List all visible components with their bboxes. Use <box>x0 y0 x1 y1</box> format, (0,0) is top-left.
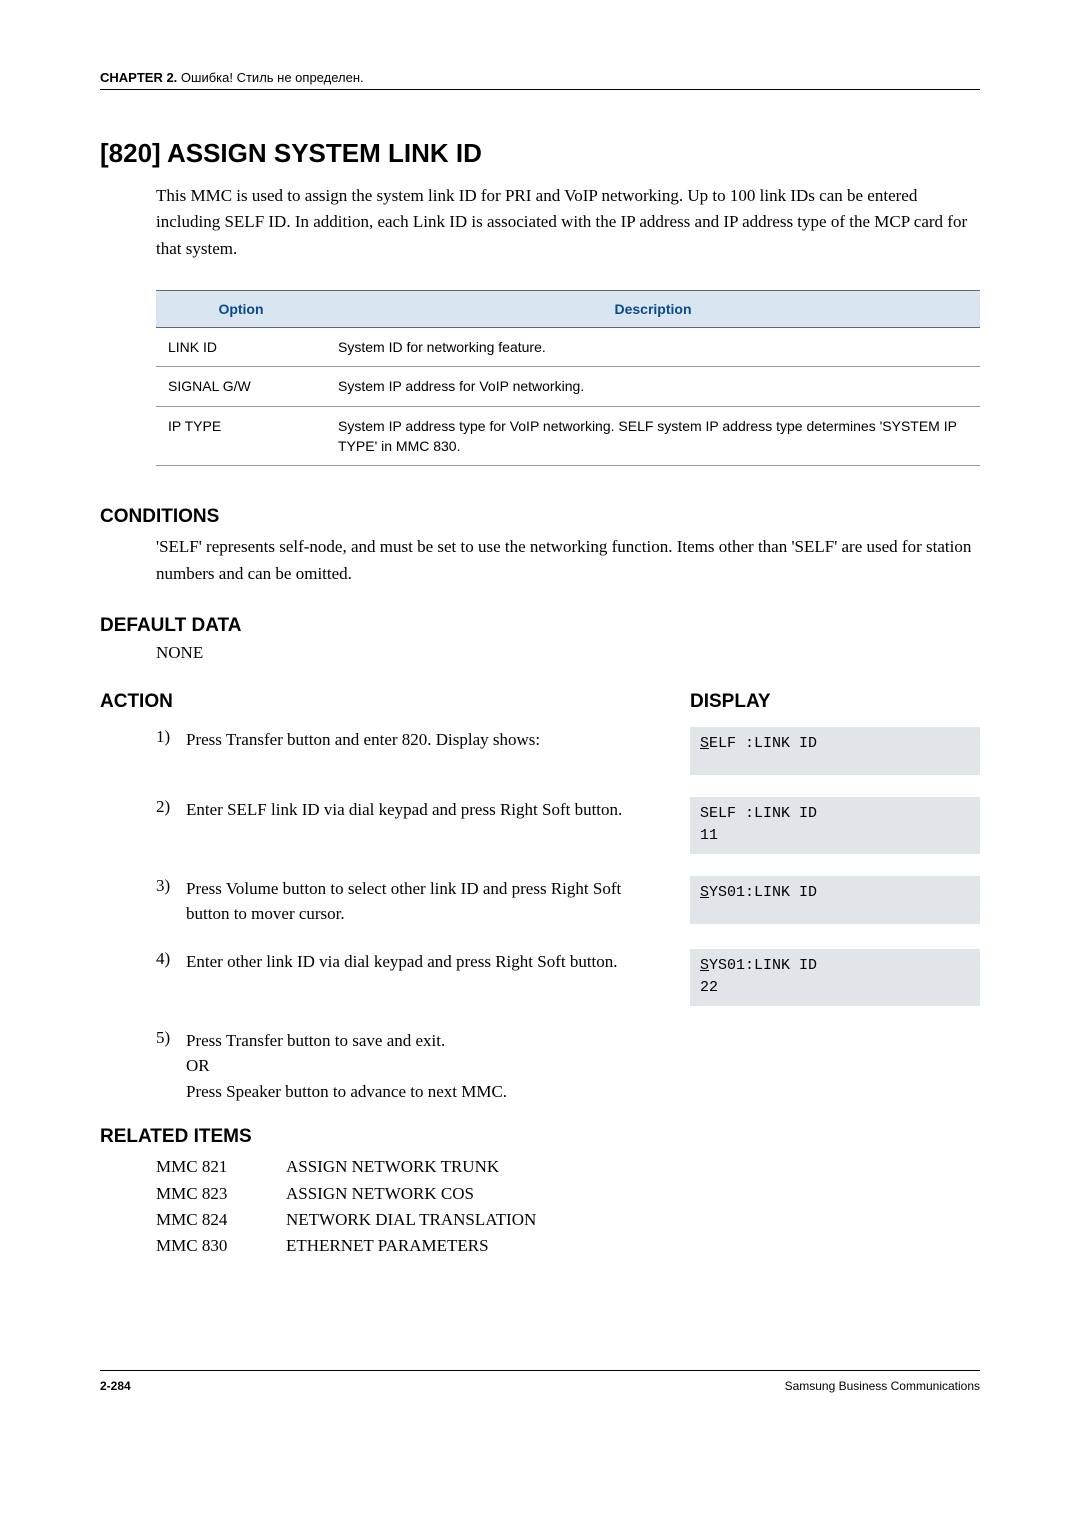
step-number: 1) <box>156 727 186 747</box>
step5-line3: Press Speaker button to advance to next … <box>186 1079 956 1105</box>
ri-name: ASSIGN NETWORK COS <box>286 1181 474 1207</box>
step-text: Enter other link ID via dial keypad and … <box>186 949 690 975</box>
step-row: 5) Press Transfer button to save and exi… <box>156 1028 980 1105</box>
default-data-text: NONE <box>156 643 980 663</box>
display-box: SYS01:LINK ID 22 <box>690 949 980 1006</box>
step-row: 2) Enter SELF link ID via dial keypad an… <box>156 797 980 854</box>
display-heading: DISPLAY <box>690 691 980 713</box>
step-text: Press Transfer button to save and exit. … <box>186 1028 980 1105</box>
display-rest: SELF :LINK ID <box>700 805 817 822</box>
step5-line1: Press Transfer button to save and exit. <box>186 1028 956 1054</box>
action-heading: ACTION <box>100 691 173 713</box>
table-row: SIGNAL G/W System IP address for VoIP ne… <box>156 367 980 406</box>
step-number: 3) <box>156 876 186 896</box>
cell-option: SIGNAL G/W <box>156 367 326 406</box>
display-rest: YS01:LINK ID <box>709 957 817 974</box>
display-box: SELF :LINK ID 11 <box>690 797 980 854</box>
ri-code: MMC 823 <box>156 1181 286 1207</box>
footer-right: Samsung Business Communications <box>785 1379 980 1393</box>
page-footer: 2-284 Samsung Business Communications <box>100 1370 980 1393</box>
cell-option: LINK ID <box>156 328 326 367</box>
display-rest: YS01:LINK ID <box>709 884 817 901</box>
display-underline: S <box>700 884 709 901</box>
cell-option: IP TYPE <box>156 406 326 466</box>
cell-desc: System IP address type for VoIP networki… <box>326 406 980 466</box>
conditions-text: 'SELF' represents self-node, and must be… <box>156 534 980 587</box>
step-row: 3) Press Volume button to select other l… <box>156 876 980 927</box>
related-items-heading: RELATED ITEMS <box>100 1126 980 1148</box>
chapter-rest: Ошибка! Стиль не определен. <box>177 70 363 85</box>
th-option: Option <box>156 291 326 328</box>
page-number: 2-284 <box>100 1379 131 1393</box>
step-number: 4) <box>156 949 186 969</box>
display-rest: ELF :LINK ID <box>709 735 817 752</box>
step-text: Press Transfer button and enter 820. Dis… <box>186 727 690 753</box>
options-table: Option Description LINK ID System ID for… <box>156 290 980 466</box>
step-row: 1) Press Transfer button and enter 820. … <box>156 727 980 775</box>
display-underline: S <box>700 957 709 974</box>
cell-desc: System IP address for VoIP networking. <box>326 367 980 406</box>
table-row: IP TYPE System IP address type for VoIP … <box>156 406 980 466</box>
display-box: SELF :LINK ID <box>690 727 980 775</box>
chapter-label: CHAPTER 2. <box>100 70 177 85</box>
step-number: 5) <box>156 1028 186 1048</box>
related-item: MMC 823 ASSIGN NETWORK COS <box>156 1181 980 1207</box>
page-header: CHAPTER 2. Ошибка! Стиль не определен. <box>100 70 980 90</box>
ri-name: ASSIGN NETWORK TRUNK <box>286 1154 499 1180</box>
step-text: Press Volume button to select other link… <box>186 876 690 927</box>
display-line2: 11 <box>700 825 970 848</box>
ri-code: MMC 821 <box>156 1154 286 1180</box>
table-row: LINK ID System ID for networking feature… <box>156 328 980 367</box>
conditions-heading: CONDITIONS <box>100 506 980 528</box>
display-box: SYS01:LINK ID <box>690 876 980 924</box>
related-item: MMC 830 ETHERNET PARAMETERS <box>156 1233 980 1259</box>
intro-text: This MMC is used to assign the system li… <box>156 183 980 262</box>
step5-line2: OR <box>186 1053 956 1079</box>
display-line2: 22 <box>700 977 970 1000</box>
th-description: Description <box>326 291 980 328</box>
ri-code: MMC 830 <box>156 1233 286 1259</box>
cell-desc: System ID for networking feature. <box>326 328 980 367</box>
related-item: MMC 821 ASSIGN NETWORK TRUNK <box>156 1154 980 1180</box>
action-display-header: ACTION DISPLAY <box>100 691 980 713</box>
related-items-list: MMC 821 ASSIGN NETWORK TRUNK MMC 823 ASS… <box>156 1154 980 1259</box>
related-item: MMC 824 NETWORK DIAL TRANSLATION <box>156 1207 980 1233</box>
ri-name: ETHERNET PARAMETERS <box>286 1233 489 1259</box>
step-number: 2) <box>156 797 186 817</box>
step-text: Enter SELF link ID via dial keypad and p… <box>186 797 690 823</box>
ri-code: MMC 824 <box>156 1207 286 1233</box>
step-row: 4) Enter other link ID via dial keypad a… <box>156 949 980 1006</box>
ri-name: NETWORK DIAL TRANSLATION <box>286 1207 536 1233</box>
default-data-heading: DEFAULT DATA <box>100 615 980 637</box>
page-title: [820] ASSIGN SYSTEM LINK ID <box>100 138 980 169</box>
display-underline: S <box>700 735 709 752</box>
